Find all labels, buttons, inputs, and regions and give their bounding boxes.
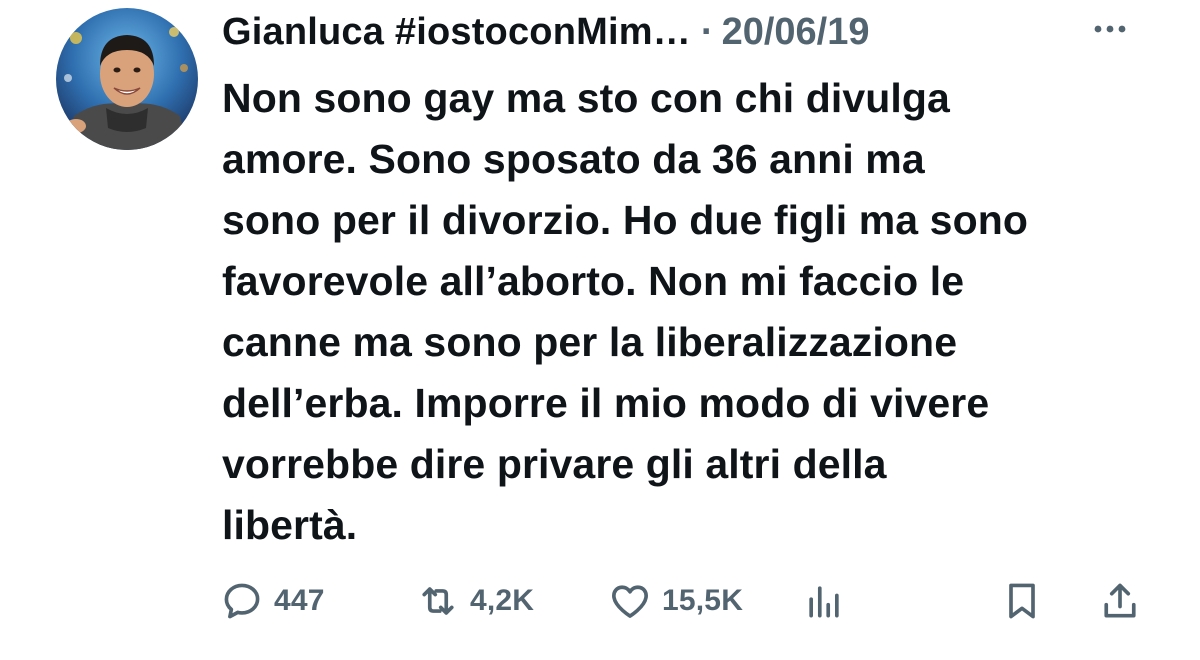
reply-icon [224, 583, 260, 619]
avatar[interactable] [56, 8, 198, 150]
reply-count: 447 [274, 584, 325, 617]
share-icon [1104, 583, 1136, 618]
header-separator: · [700, 10, 714, 53]
tweet-text: Non sono gay ma sto con chi divulga amor… [222, 68, 1162, 556]
author-display-name[interactable]: Gianluca #iostoconMim… [222, 11, 691, 54]
tweet-actions: 447 4,2K 15,5K [220, 574, 1160, 628]
tweet-text-line: sono per il divorzio. Ho due figli ma so… [222, 197, 1029, 243]
heart-icon [612, 585, 648, 618]
retweet-button[interactable]: 4,2K [416, 574, 534, 628]
like-count: 15,5K [662, 584, 744, 617]
retweet-icon [422, 587, 454, 615]
tweet-text-line: libertà. [222, 502, 358, 548]
more-options-button[interactable] [1090, 14, 1130, 44]
reply-button[interactable]: 447 [220, 574, 325, 628]
avatar-image [56, 8, 198, 150]
more-icon [1094, 25, 1126, 33]
bookmark-icon [1009, 583, 1035, 619]
analytics-icon [809, 586, 839, 618]
tweet-date[interactable]: 20/06/19 [722, 11, 870, 54]
tweet-text-line: amore. Sono sposato da 36 anni ma [222, 136, 925, 182]
tweet-header: Gianluca #iostoconMim… · 20/06/19 [222, 4, 1172, 60]
retweet-count: 4,2K [470, 584, 535, 617]
tweet-text-line: dell’erba. Imporre il mio modo di vivere [222, 380, 990, 426]
views-button[interactable] [802, 574, 846, 628]
share-button[interactable] [1098, 574, 1142, 628]
tweet-text-line: favorevole all’aborto. Non mi faccio le [222, 258, 965, 304]
tweet-text-line: vorrebbe dire privare gli altri della [222, 441, 887, 487]
tweet-text-line: Non sono gay ma sto con chi divulga [222, 75, 950, 121]
tweet[interactable]: Gianluca #iostoconMim… · 20/06/19 Non so… [0, 0, 1200, 660]
bookmark-button[interactable] [1000, 574, 1044, 628]
like-button[interactable]: 15,5K [608, 574, 743, 628]
tweet-text-line: canne ma sono per la liberalizzazione [222, 319, 958, 365]
